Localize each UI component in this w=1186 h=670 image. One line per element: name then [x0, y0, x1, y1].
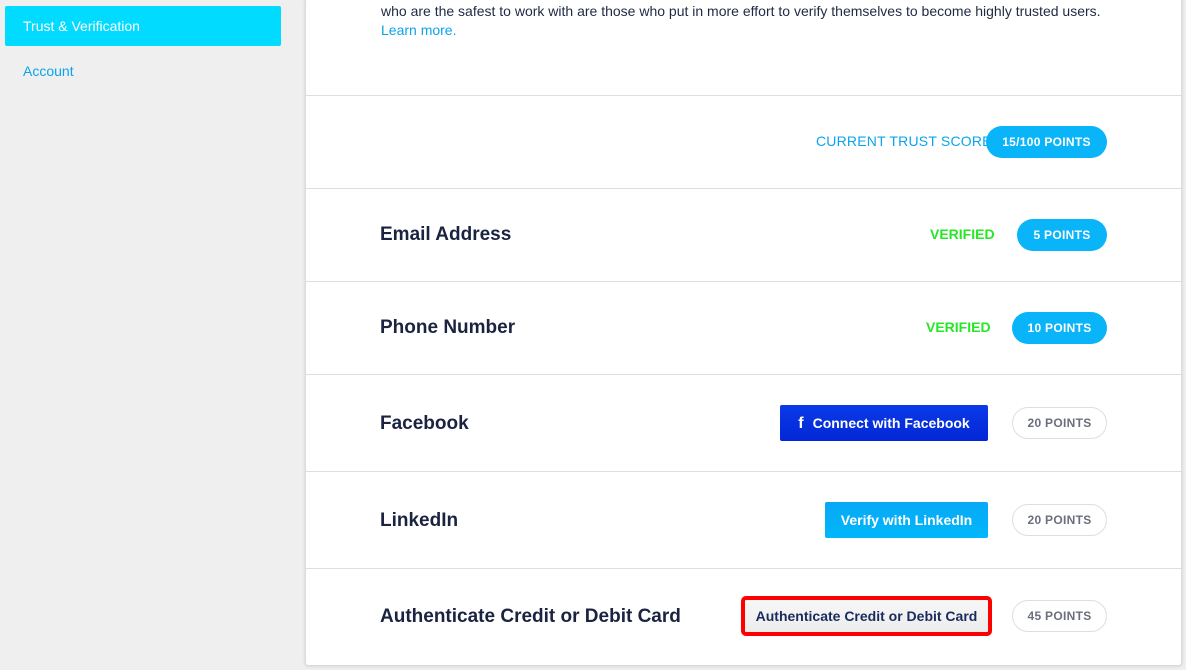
trust-score-row: CURRENT TRUST SCORE 15/100 POINTS — [306, 95, 1181, 188]
sidebar-item-account[interactable]: Account — [5, 51, 281, 91]
authenticate-card-button[interactable]: Authenticate Credit or Debit Card — [741, 596, 992, 636]
row-title: LinkedIn — [380, 510, 459, 531]
points-badge: 20 POINTS — [1012, 504, 1107, 536]
row-title: Email Address — [380, 224, 512, 245]
points-badge: 5 POINTS — [1017, 219, 1107, 251]
sidebar: Trust & Verification Account — [0, 0, 290, 670]
connect-facebook-button[interactable]: f Connect with Facebook — [780, 405, 988, 441]
points-badge: 45 POINTS — [1012, 600, 1107, 632]
points-badge: 10 POINTS — [1012, 312, 1107, 344]
trust-panel: who are the safest to work with are thos… — [305, 0, 1182, 665]
points-badge: 20 POINTS — [1012, 407, 1107, 439]
verified-status: VERIFIED — [930, 226, 995, 242]
row-title: Facebook — [380, 413, 469, 434]
connect-facebook-label: Connect with Facebook — [812, 415, 970, 431]
row-title: Phone Number — [380, 317, 516, 338]
facebook-icon: f — [798, 415, 804, 432]
verification-row-card: Authenticate Credit or Debit Card Authen… — [306, 568, 1181, 665]
verification-row-linkedin: LinkedIn Verify with LinkedIn 20 POINTS — [306, 471, 1181, 568]
verified-status: VERIFIED — [926, 319, 991, 335]
intro-text: who are the safest to work with are thos… — [381, 0, 1141, 40]
verification-row-facebook: Facebook f Connect with Facebook 20 POINT… — [306, 374, 1181, 471]
sidebar-item-trust-verification[interactable]: Trust & Verification — [5, 6, 281, 46]
row-title: Authenticate Credit or Debit Card — [380, 606, 681, 627]
trust-score-label: CURRENT TRUST SCORE — [816, 133, 992, 149]
verify-linkedin-button[interactable]: Verify with LinkedIn — [825, 502, 988, 538]
verification-row-email: Email Address VERIFIED 5 POINTS — [306, 188, 1181, 281]
learn-more-link[interactable]: Learn more. — [381, 21, 456, 40]
intro-description: who are the safest to work with are thos… — [381, 3, 1101, 19]
trust-score-badge: 15/100 POINTS — [986, 126, 1107, 158]
verification-row-phone: Phone Number VERIFIED 10 POINTS — [306, 281, 1181, 374]
